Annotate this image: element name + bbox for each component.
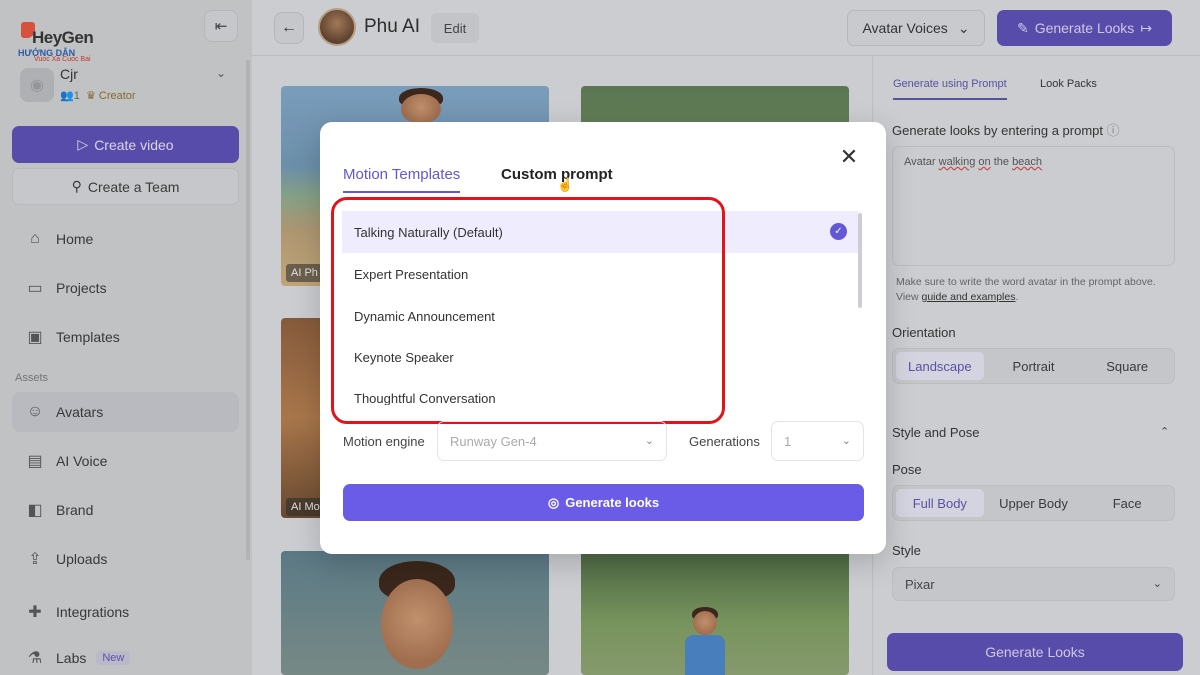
close-icon[interactable]: ✕ [838,144,860,169]
generations-dropdown[interactable]: 1 ⌄ [771,421,864,461]
motion-engine-label: Motion engine [343,434,425,449]
highlight-annotation [331,197,725,424]
motion-engine-value: Runway Gen-4 [450,434,537,449]
chevron-down-icon: ⌄ [841,435,851,447]
tab-motion-templates[interactable]: Motion Templates [343,166,461,193]
chevron-down-icon: ⌄ [644,435,654,447]
hand-cursor-icon: ☝ [557,177,574,192]
generate-looks-modal-button[interactable]: ◎ Generate looks [343,484,864,521]
generations-label: Generations [689,434,760,449]
check-icon: ✓ [830,223,847,240]
generations-value: 1 [784,434,792,449]
motion-modal: Motion Templates Custom prompt ☝ ✕ Talki… [320,122,886,554]
sparkle-icon: ◎ [547,494,560,510]
motion-engine-dropdown[interactable]: Runway Gen-4 ⌄ [437,421,667,461]
list-scrollbar[interactable] [858,213,862,308]
generate-looks-modal-label: Generate looks [565,495,660,510]
